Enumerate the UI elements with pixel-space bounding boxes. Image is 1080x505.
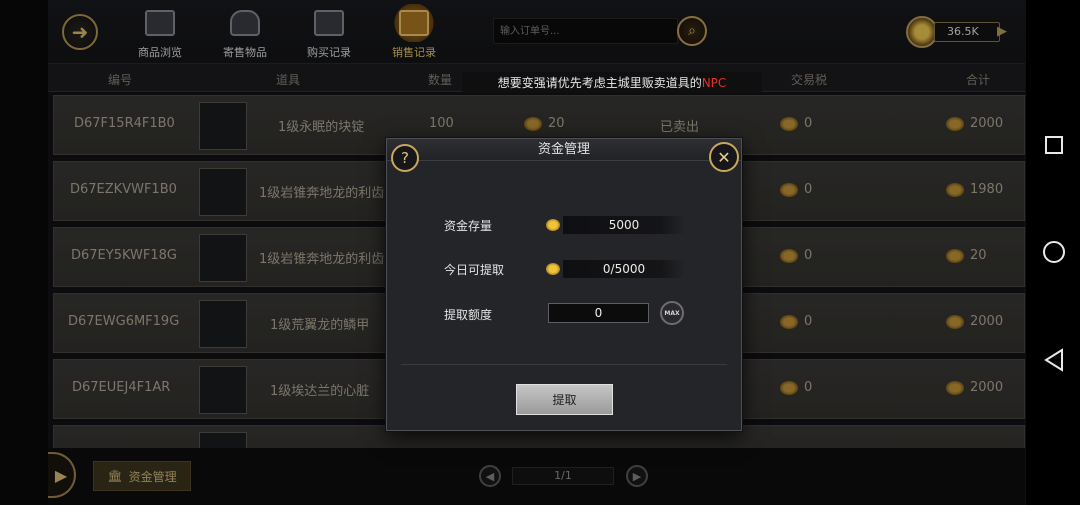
question-icon: ? — [401, 149, 409, 167]
circle-icon — [1042, 241, 1065, 263]
dialog-title: 资金管理 — [387, 139, 741, 161]
max-label: MAX — [664, 309, 680, 317]
gold-coin-icon — [546, 219, 560, 231]
gold-coin-icon — [546, 263, 560, 275]
home-button[interactable] — [1026, 232, 1080, 272]
fund-management-dialog: 资金管理 ? ✕ 资金存量 5000 今日可提取 0/5000 提取额度 MAX… — [386, 138, 742, 431]
dialog-divider — [401, 364, 727, 365]
market-app: ➜ 商品浏览 寄售物品 购买记录 销售记录 ⌕ 36.5K ▶ 编号 道具 数量… — [0, 0, 1025, 505]
system-back-button[interactable] — [1026, 340, 1080, 380]
system-nav-bar — [1025, 0, 1080, 505]
npc-notice: 想要变强请优先考虑主城里贩卖道具的NPC — [462, 72, 762, 94]
dialog-close-button[interactable]: ✕ — [709, 142, 739, 172]
withdraw-amount-input[interactable] — [548, 303, 649, 323]
fund-stock-label: 资金存量 — [444, 219, 493, 233]
notice-text: 想要变强请优先考虑主城里贩卖道具的 — [497, 76, 702, 90]
triangle-back-icon — [1043, 348, 1063, 372]
recent-apps-button[interactable] — [1026, 125, 1080, 165]
withdraw-limit-label: 提取额度 — [444, 308, 493, 322]
notice-highlight: NPC — [701, 76, 727, 90]
today-withdrawable-label: 今日可提取 — [444, 263, 505, 277]
fund-stock-value: 5000 — [563, 216, 685, 234]
withdraw-label: 提取 — [552, 393, 577, 407]
close-icon: ✕ — [717, 147, 731, 167]
today-withdrawable-value: 0/5000 — [563, 260, 685, 278]
square-icon — [1044, 136, 1063, 154]
max-button[interactable]: MAX — [660, 301, 684, 325]
dialog-help-button[interactable]: ? — [391, 144, 419, 172]
withdraw-button[interactable]: 提取 — [516, 384, 613, 415]
